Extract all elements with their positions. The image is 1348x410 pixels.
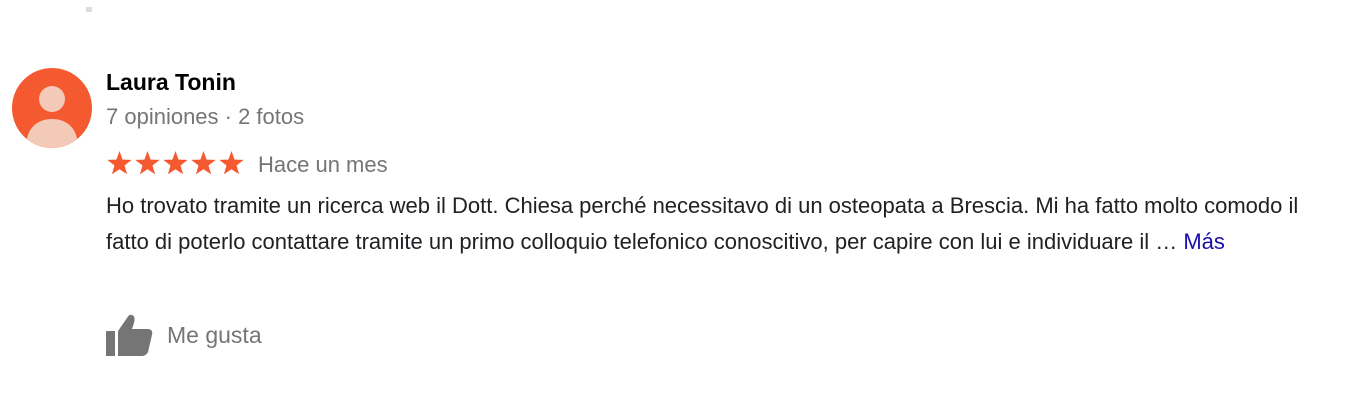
star-icon <box>162 150 189 178</box>
review-body: Ho trovato tramite un ricerca web il Dot… <box>106 193 1299 254</box>
avatar[interactable] <box>12 68 92 148</box>
author-meta: 7 opiniones · 2 fotos <box>106 104 305 129</box>
like-label: Me gusta <box>167 321 262 348</box>
star-icon <box>218 150 245 178</box>
star-rating <box>106 150 245 178</box>
author-name[interactable]: Laura Tonin <box>106 69 236 96</box>
review-card: Laura Tonin 7 opiniones · 2 fotos Hace u… <box>0 0 1348 410</box>
review-text: Ho trovato tramite un ricerca web il Dot… <box>106 188 1306 259</box>
star-icon <box>106 150 133 178</box>
more-link[interactable]: Más <box>1183 229 1225 254</box>
star-icon <box>190 150 217 178</box>
review-date: Hace un mes <box>258 152 388 177</box>
thumbs-up-icon <box>106 314 153 356</box>
star-icon <box>134 150 161 178</box>
like-button[interactable]: Me gusta <box>106 314 262 356</box>
person-avatar-icon <box>26 86 78 148</box>
